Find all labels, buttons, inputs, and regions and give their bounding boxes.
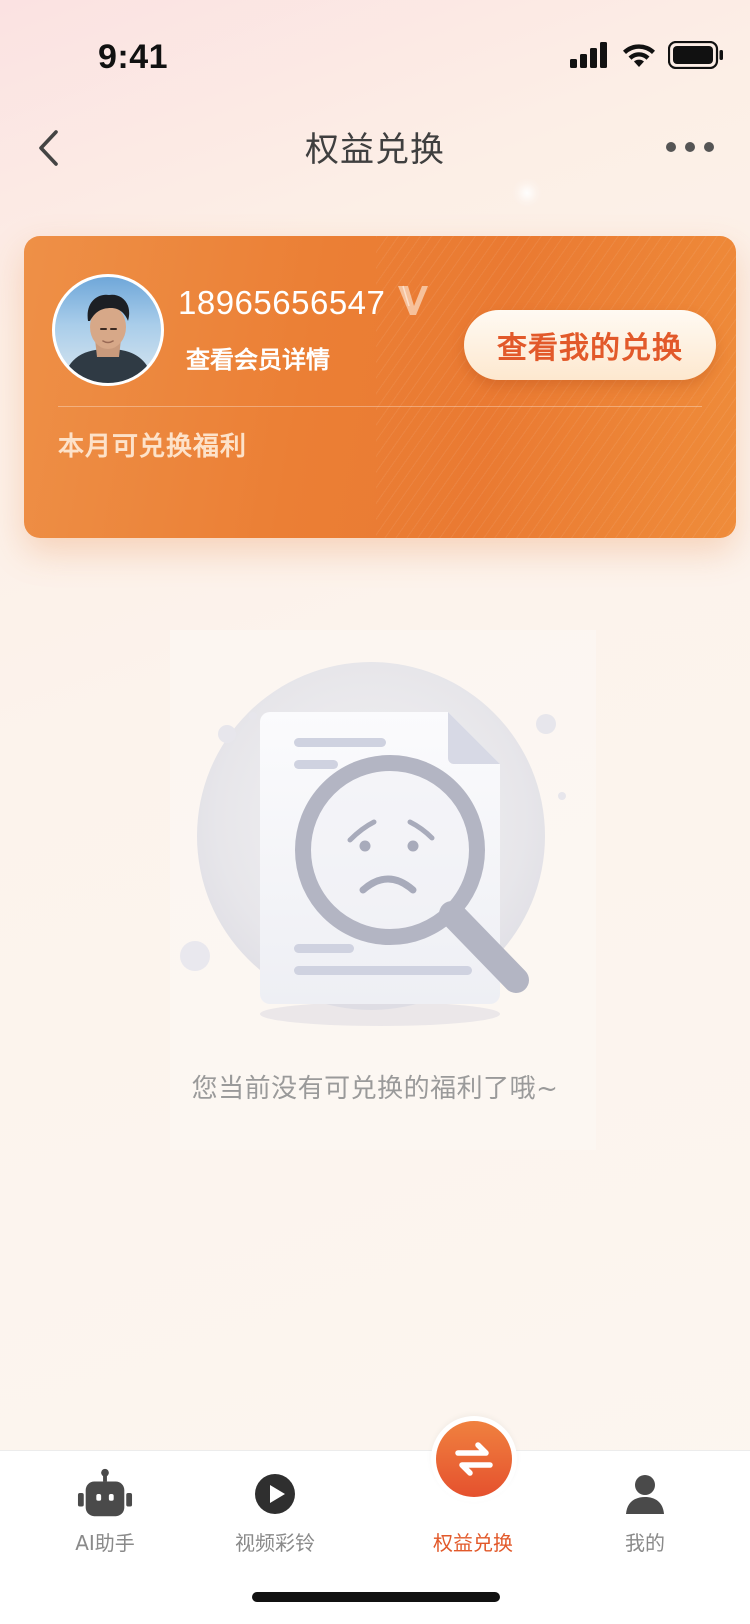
play-circle-icon [247, 1469, 303, 1519]
wifi-icon [622, 42, 656, 72]
more-dots-icon [666, 142, 676, 152]
cellular-signal-icon [570, 42, 610, 72]
sad-magnifier-document-illustration [170, 660, 580, 1040]
v-badge-icon [396, 282, 430, 318]
tab-label: 视频彩铃 [235, 1531, 315, 1555]
card-divider [58, 406, 702, 407]
sparkle-decoration [512, 178, 542, 208]
tab-ai-assistant[interactable]: AI助手 [30, 1451, 180, 1581]
tab-video-ringtone[interactable]: 视频彩铃 [200, 1451, 350, 1581]
nav-bar: 权益兑换 [0, 108, 750, 188]
tab-mine[interactable]: 我的 [570, 1451, 720, 1581]
page-title: 权益兑换 [305, 130, 445, 170]
empty-state-message: 您当前没有可兑换的福利了哦~ [191, 1074, 559, 1104]
tab-label: 权益兑换 [433, 1531, 513, 1555]
exchange-arrows-icon[interactable] [436, 1421, 512, 1497]
more-button[interactable] [666, 132, 714, 162]
member-card: 18965656547 查看会员详情 查看我的兑换 本月可兑换福利 [24, 236, 736, 538]
home-indicator [252, 1592, 500, 1602]
avatar[interactable] [52, 274, 164, 386]
card-pattern [376, 236, 736, 538]
view-my-exchange-button[interactable]: 查看我的兑换 [464, 310, 716, 380]
member-phone: 18965656547 [178, 284, 386, 321]
status-icons [570, 40, 724, 73]
battery-icon [667, 40, 724, 73]
robot-icon [77, 1468, 133, 1519]
tab-label: AI助手 [75, 1531, 135, 1555]
tab-label: 我的 [625, 1531, 665, 1555]
member-details-link[interactable]: 查看会员详情 [186, 340, 330, 375]
user-photo-icon [63, 294, 153, 383]
user-icon [617, 1469, 673, 1519]
status-time: 9:41 [98, 38, 169, 76]
status-bar: 9:41 [0, 0, 750, 120]
monthly-benefits-title: 本月可兑换福利 [58, 432, 248, 462]
